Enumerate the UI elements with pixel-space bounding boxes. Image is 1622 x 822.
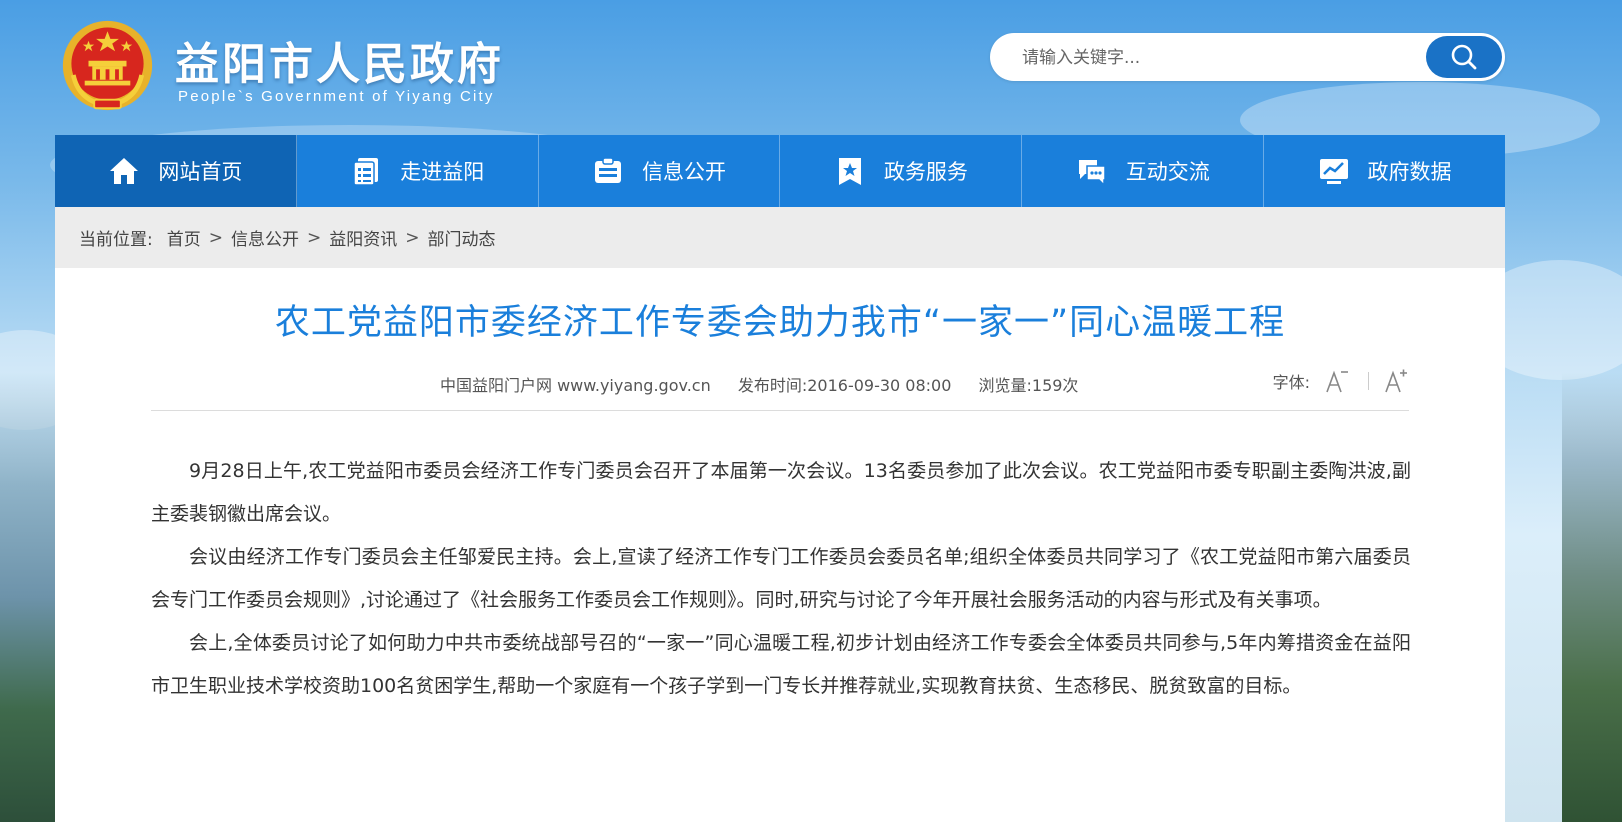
nav-label: 网站首页 (158, 160, 243, 184)
chart-monitor-icon (1318, 155, 1350, 187)
nav-label: 政府数据 (1367, 160, 1452, 184)
home-icon (108, 155, 140, 187)
article-paragraph: 9月28日上午,农工党益阳市委员会经济工作专门委员会召开了本届第一次会议。13名… (151, 460, 1411, 525)
article-title: 农工党益阳市委经济工作专委会助力我市“一家一”同心温暖工程 (274, 303, 1286, 343)
breadcrumb-link-home[interactable]: 首页 (167, 225, 201, 250)
meta-divider (151, 410, 1409, 411)
article-source: 中国益阳门户网 www.yiyang.gov.cn (440, 376, 711, 395)
article-body: 9月28日上午,农工党益阳市委员会经济工作专门委员会召开了本届第一次会议。13名… (151, 450, 1411, 708)
national-emblem-icon[interactable] (60, 18, 155, 113)
document-list-icon (350, 155, 382, 187)
nav-item-about-yiyang[interactable]: 走进益阳 (297, 135, 539, 207)
breadcrumb-link-info-disclosure[interactable]: 信息公开 (231, 225, 299, 250)
article-views: 浏览量:159次 (978, 376, 1079, 395)
nav-item-gov-data[interactable]: 政府数据 (1264, 135, 1505, 207)
city-scenery-right (1562, 372, 1622, 822)
breadcrumb-separator: > (405, 227, 420, 248)
site-header: 益阳市人民政府 People`s Government of Yiyang Ci… (55, 0, 1505, 135)
bookmark-star-icon (834, 155, 866, 187)
font-decrease-icon (1326, 370, 1348, 393)
font-increase-icon (1385, 369, 1407, 393)
nav-label: 政务服务 (883, 160, 968, 184)
site-title[interactable]: 益阳市人民政府 (175, 28, 504, 92)
breadcrumb-lead: 当前位置: (79, 230, 153, 250)
article-paragraph: 会议由经济工作专门委员会主任邹爱民主持。会上,宣读了经济工作专门工作委员会委员名… (151, 546, 1411, 611)
nav-item-info-disclosure[interactable]: 信息公开 (539, 135, 781, 207)
breadcrumb-separator: > (306, 227, 322, 248)
info-card-icon (592, 155, 624, 187)
search-box (990, 33, 1505, 83)
font-decrease-button[interactable] (1324, 368, 1350, 394)
nav-label: 信息公开 (642, 160, 727, 184)
nav-item-gov-services[interactable]: 政务服务 (780, 135, 1023, 207)
breadcrumb-separator: > (208, 227, 223, 248)
nav-label: 互动交流 (1125, 160, 1210, 184)
nav-item-interaction[interactable]: 互动交流 (1022, 135, 1265, 207)
nav-item-home[interactable]: 网站首页 (55, 135, 297, 207)
font-size-label: 字体: (1272, 373, 1310, 392)
chat-bubbles-icon (1076, 155, 1108, 187)
breadcrumb-link-dept-news[interactable]: 部门动态 (427, 225, 495, 250)
font-increase-button[interactable] (1383, 368, 1409, 394)
breadcrumb: 当前位置: 首页 > 信息公开 > 益阳资讯 > 部门动态 (55, 207, 1505, 268)
city-scenery-left (0, 372, 60, 822)
article-paragraph: 会上,全体委员讨论了如何助力中共市委统战部号召的“一家一”同心温暖工程,初步计划… (151, 632, 1411, 697)
search-button[interactable] (1426, 36, 1502, 78)
breadcrumb-link-yiyang-news[interactable]: 益阳资讯 (329, 225, 397, 250)
article-meta: 中国益阳门户网 www.yiyang.gov.cn 发布时间:2016-09-3… (440, 372, 1100, 396)
article-panel: 农工党益阳市委经济工作专委会助力我市“一家一”同心温暖工程 中国益阳门户网 ww… (55, 268, 1505, 822)
search-icon (1451, 44, 1477, 70)
search-input[interactable] (1020, 33, 1414, 83)
article-publish-time: 发布时间:2016-09-30 08:00 (737, 376, 952, 395)
nav-label: 走进益阳 (400, 160, 485, 184)
site-subtitle: People`s Government of Yiyang City (178, 88, 495, 105)
font-control-divider (1368, 372, 1369, 390)
main-nav: 网站首页 走进益阳 信息公开 政务服务 互动交流 政府数据 (55, 135, 1505, 207)
font-size-control: 字体: (1273, 368, 1409, 394)
